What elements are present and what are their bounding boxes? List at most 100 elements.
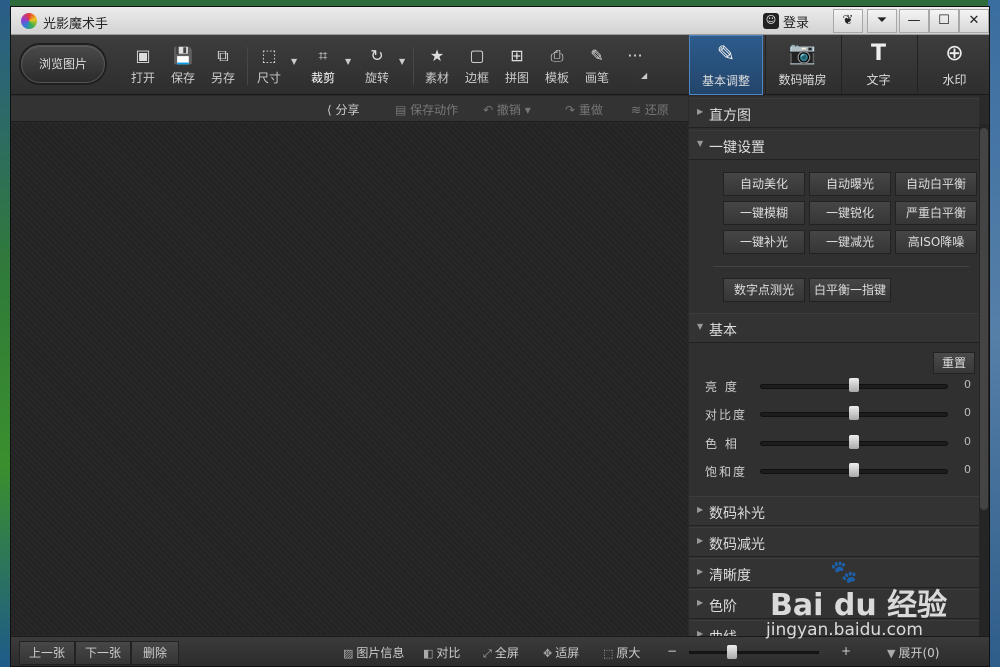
save-action-icon: ▤ xyxy=(395,103,411,117)
mode-tabs: ✎ 基本调整 📷 数码暗房 T 文字 ⊕ 水印 xyxy=(689,35,989,95)
brush-button[interactable]: ✎ 画笔 xyxy=(577,45,617,89)
menu-dropdown-icon[interactable]: ⏷ xyxy=(867,9,897,33)
collage-button[interactable]: ⊞ 拼图 xyxy=(497,45,537,89)
undo-icon: ↶ xyxy=(483,103,497,117)
high-iso-denoise-button[interactable]: 高ISO降噪 xyxy=(895,230,977,254)
login-button[interactable]: ☺ 登录 xyxy=(763,11,809,31)
auto-exposure-button[interactable]: 自动曝光 xyxy=(809,172,891,196)
section-histogram[interactable]: ▶ 直方图 xyxy=(689,98,979,128)
browse-images-button[interactable]: 浏览图片 xyxy=(21,45,105,83)
crop-button[interactable]: ⌗ 裁剪 xyxy=(303,45,343,89)
save-as-icon: ⧉ xyxy=(217,46,229,65)
saturation-slider[interactable]: 饱和度 0 xyxy=(705,461,975,481)
collapse-arrow-icon: ▼ xyxy=(697,322,704,331)
white-balance-pick-button[interactable]: 白平衡一指键 xyxy=(809,278,891,302)
action-bar: ⟨ 分享 ▤ 保存动作 ↶ 撤销 ▾ ↷ 重做 ≋ 还原 xyxy=(11,96,688,122)
original-size-button[interactable]: ⬚ 原大 xyxy=(603,644,640,661)
rotate-dropdown-icon[interactable]: ▼ xyxy=(399,57,405,66)
redo-icon: ↷ xyxy=(565,103,579,117)
one-click-sharpen-button[interactable]: 一键锐化 xyxy=(809,201,891,225)
slider-knob[interactable] xyxy=(849,463,859,477)
section-fill-light[interactable]: ▶ 数码补光 xyxy=(689,496,979,526)
open-button[interactable]: ▣ 打开 xyxy=(123,45,163,89)
template-button[interactable]: ⎙ 模板 xyxy=(537,45,577,89)
section-basic[interactable]: ▼ 基本 xyxy=(689,313,979,343)
image-canvas[interactable] xyxy=(11,123,688,635)
toolbar-divider xyxy=(413,47,414,85)
tab-darkroom[interactable]: 📷 数码暗房 xyxy=(765,35,839,95)
rotate-icon: ↻ xyxy=(370,46,384,65)
tab-basic-adjust[interactable]: ✎ 基本调整 xyxy=(689,35,763,95)
contrast-slider[interactable]: 对比度 0 xyxy=(705,404,975,424)
original-size-icon: ⬚ xyxy=(603,647,614,660)
resize-button[interactable]: ⬚ 尺寸 xyxy=(249,45,289,89)
restore-button[interactable]: ≋ 还原 xyxy=(631,101,669,118)
zoom-out-button[interactable]: − xyxy=(667,644,677,658)
brightness-slider[interactable]: 亮 度 0 xyxy=(705,376,975,396)
main-toolbar: 浏览图片 ▣ 打开 💾 保存 ⧉ 另存 ⬚ 尺寸 ▼ ⌗ 裁剪 ▼ ↻ 旋转 ▼ xyxy=(11,35,989,95)
section-reduce-light[interactable]: ▶ 数码减光 xyxy=(689,527,979,557)
skin-icon[interactable]: ❦ xyxy=(833,9,863,33)
title-bar: 光影魔术手 ☺ 登录 ❦ ⏷ — ☐ ✕ xyxy=(11,7,989,35)
close-icon[interactable]: ✕ xyxy=(959,9,989,33)
one-click-reduce-light-button[interactable]: 一键减光 xyxy=(809,230,891,254)
resize-icon: ⬚ xyxy=(261,46,277,65)
image-info-button[interactable]: ▨ 图片信息 xyxy=(343,644,404,661)
expand-arrow-icon: ▶ xyxy=(697,629,704,636)
printer-icon: ⎙ xyxy=(550,46,564,65)
baidu-jingyan-watermark: 🐾 Bai du 经验 jingyan.baidu.com xyxy=(766,560,948,640)
more-expand-icon[interactable]: ◢ xyxy=(641,71,647,80)
hue-slider[interactable]: 色 相 0 xyxy=(705,433,975,453)
scrollbar-thumb[interactable] xyxy=(980,128,988,510)
border-button[interactable]: ▢ 边框 xyxy=(457,45,497,89)
slider-knob[interactable] xyxy=(849,435,859,449)
undo-button[interactable]: ↶ 撤销 ▾ xyxy=(483,101,531,118)
maximize-icon[interactable]: ☐ xyxy=(929,9,959,33)
fullscreen-icon: ⤢ xyxy=(483,647,492,660)
section-one-click[interactable]: ▼ 一键设置 xyxy=(689,130,979,160)
next-image-button[interactable]: 下一张 xyxy=(75,641,131,665)
fit-screen-button[interactable]: ✥ 适屏 xyxy=(543,644,579,661)
zoom-slider-track[interactable] xyxy=(689,651,819,654)
share-button[interactable]: ⟨ 分享 xyxy=(327,101,360,118)
slider-knob[interactable] xyxy=(849,406,859,420)
fullscreen-button[interactable]: ⤢ 全屏 xyxy=(483,644,519,661)
undo-dropdown-icon[interactable]: ▾ xyxy=(525,103,531,117)
compare-icon: ◧ xyxy=(423,647,434,660)
material-button[interactable]: ★ 素材 xyxy=(417,45,457,89)
delete-button[interactable]: 删除 xyxy=(131,641,179,665)
compare-button[interactable]: ◧ 对比 xyxy=(423,644,460,661)
severe-white-balance-button[interactable]: 严重白平衡 xyxy=(895,201,977,225)
tab-watermark[interactable]: ⊕ 水印 xyxy=(917,35,991,95)
spot-metering-button[interactable]: 数字点测光 xyxy=(723,278,805,302)
expand-arrow-icon: ▶ xyxy=(697,536,704,545)
resize-dropdown-icon[interactable]: ▼ xyxy=(291,57,297,66)
save-as-button[interactable]: ⧉ 另存 xyxy=(203,45,243,89)
crop-dropdown-icon[interactable]: ▼ xyxy=(345,57,351,66)
one-click-fill-light-button[interactable]: 一键补光 xyxy=(723,230,805,254)
auto-white-balance-button[interactable]: 自动白平衡 xyxy=(895,172,977,196)
expand-arrow-icon: ▶ xyxy=(697,598,704,607)
brush-icon: ✎ xyxy=(590,46,604,65)
zoom-slider-knob[interactable] xyxy=(727,645,737,659)
tab-text[interactable]: T 文字 xyxy=(841,35,915,95)
reset-button[interactable]: 重置 xyxy=(933,352,975,374)
fit-icon: ✥ xyxy=(543,647,553,660)
rotate-button[interactable]: ↻ 旋转 xyxy=(357,45,397,89)
desktop-background-left xyxy=(0,0,10,667)
user-face-icon: ☺ xyxy=(763,13,779,29)
save-button[interactable]: 💾 保存 xyxy=(163,45,203,89)
adjust-panel: ▶ 直方图 ▼ 一键设置 自动美化 自动曝光 自动白平衡 一键模糊 一键锐化 严… xyxy=(689,96,979,636)
app-logo-icon xyxy=(21,13,37,29)
auto-beautify-button[interactable]: 自动美化 xyxy=(723,172,805,196)
minimize-icon[interactable]: — xyxy=(899,9,929,33)
slider-knob[interactable] xyxy=(849,378,859,392)
redo-button[interactable]: ↷ 重做 xyxy=(565,101,603,118)
border-icon: ▢ xyxy=(469,46,485,65)
one-click-blur-button[interactable]: 一键模糊 xyxy=(723,201,805,225)
save-action-button[interactable]: ▤ 保存动作 xyxy=(395,101,458,118)
previous-image-button[interactable]: 上一张 xyxy=(19,641,75,665)
crop-icon: ⌗ xyxy=(318,46,328,65)
expand-arrow-icon: ▶ xyxy=(697,107,704,116)
more-tools-button[interactable]: ··· xyxy=(615,45,655,89)
